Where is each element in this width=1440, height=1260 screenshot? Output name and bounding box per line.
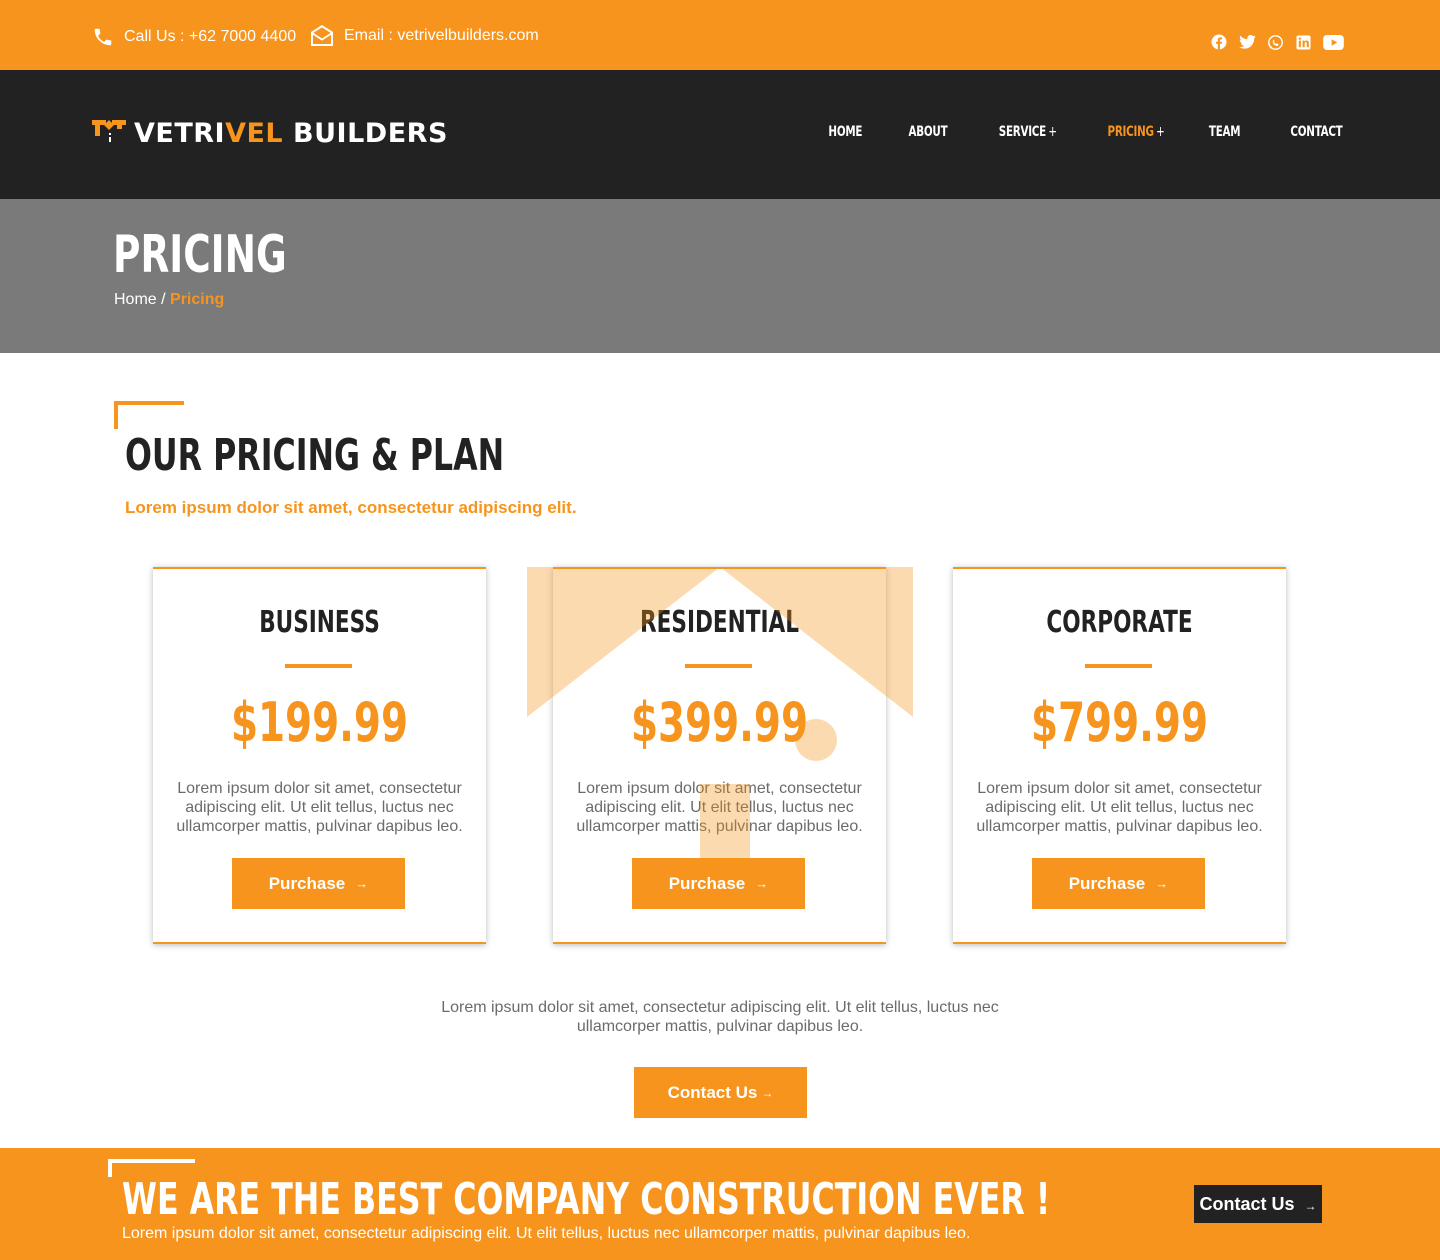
phone-contact[interactable]: Call Us : +62 7000 4400 bbox=[92, 26, 296, 48]
cta-contact-button[interactable]: Contact Us → bbox=[1194, 1185, 1322, 1223]
linkedin-icon[interactable] bbox=[1294, 33, 1312, 51]
brand-name-accent: VEL bbox=[225, 118, 284, 149]
social-links bbox=[1210, 33, 1344, 51]
plan-divider bbox=[685, 664, 752, 668]
twitter-icon[interactable] bbox=[1238, 33, 1256, 51]
purchase-button-label: Purchase bbox=[1068, 873, 1146, 893]
purchase-button-label: Purchase bbox=[268, 873, 346, 893]
nav-service-label: SERVICE bbox=[998, 124, 1046, 140]
nav-team[interactable]: TEAM bbox=[1209, 124, 1241, 140]
breadcrumb: Home / Pricing bbox=[114, 291, 224, 309]
plan-price: $199.99 bbox=[230, 691, 409, 754]
youtube-icon[interactable] bbox=[1322, 33, 1344, 51]
pricing-card-residential: RESIDENTIAL $399.99 Lorem ipsum dolor si… bbox=[553, 567, 886, 944]
brand-name-part3: BUILDERS bbox=[283, 118, 448, 149]
cta-text: Lorem ipsum dolor sit amet, consectetur … bbox=[122, 1225, 971, 1242]
email-contact[interactable]: Email : vetrivelbuilders.com bbox=[310, 25, 539, 47]
breadcrumb-separator: / bbox=[156, 291, 171, 308]
brand-name-part1: VETRI bbox=[134, 118, 226, 149]
email-text: Email : vetrivelbuilders.com bbox=[344, 27, 539, 44]
nav-contact[interactable]: CONTACT bbox=[1290, 124, 1342, 140]
plus-icon: + bbox=[1048, 124, 1057, 140]
arrow-right-icon: → bbox=[755, 876, 769, 891]
nav-team-label: TEAM bbox=[1209, 124, 1241, 140]
nav-pricing[interactable]: PRICING + bbox=[1107, 124, 1164, 140]
nav-about-label: ABOUT bbox=[908, 124, 948, 140]
facebook-icon[interactable] bbox=[1210, 33, 1228, 51]
arrow-right-icon: → bbox=[1304, 1199, 1317, 1213]
contact-us-button[interactable]: Contact Us → bbox=[634, 1067, 807, 1118]
arrow-right-icon: → bbox=[355, 876, 369, 891]
plan-divider bbox=[285, 664, 352, 668]
top-bar: Call Us : +62 7000 4400 Email : vetrivel… bbox=[0, 0, 1440, 70]
purchase-button[interactable]: Purchase → bbox=[232, 858, 405, 909]
plan-name: BUSINESS bbox=[259, 605, 380, 640]
plan-description: Lorem ipsum dolor sit amet, consectetur … bbox=[976, 780, 1263, 835]
arrow-right-icon: → bbox=[761, 1085, 774, 1100]
brand-name: VETRIVEL BUILDERS bbox=[134, 118, 448, 149]
plan-description: Lorem ipsum dolor sit amet, consectetur … bbox=[576, 780, 863, 835]
pricing-card-corporate: CORPORATE $799.99 Lorem ipsum dolor sit … bbox=[953, 567, 1286, 944]
nav-service[interactable]: SERVICE + bbox=[999, 124, 1057, 140]
nav-pricing-label: PRICING bbox=[1107, 124, 1154, 140]
plan-name: CORPORATE bbox=[1046, 605, 1193, 640]
breadcrumb-home[interactable]: Home bbox=[114, 291, 157, 308]
page-title: PRICING bbox=[113, 225, 287, 285]
pricing-note: Lorem ipsum dolor sit amet, consectetur … bbox=[441, 999, 999, 1035]
main-nav: HOME ABOUT SERVICE + PRICING + TEAM CONTAC… bbox=[783, 124, 1343, 140]
cta-contact-label: Contact Us bbox=[1199, 1193, 1295, 1214]
cta-title: WE ARE THE BEST COMPANY CONSTRUCTION EVE… bbox=[122, 1174, 1051, 1225]
nav-home[interactable]: HOME bbox=[829, 124, 863, 140]
nav-about[interactable]: ABOUT bbox=[909, 124, 948, 140]
brand-logo[interactable]: VETRIVEL BUILDERS bbox=[92, 118, 448, 149]
plan-price: $799.99 bbox=[1030, 691, 1209, 754]
page-banner: PRICING Home / Pricing bbox=[0, 199, 1440, 353]
plan-price: $399.99 bbox=[630, 691, 809, 754]
plus-icon: + bbox=[1155, 124, 1165, 140]
whatsapp-icon[interactable] bbox=[1266, 33, 1284, 51]
purchase-button-label: Purchase bbox=[668, 873, 746, 893]
plan-description: Lorem ipsum dolor sit amet, consectetur … bbox=[176, 780, 463, 835]
section-title: OUR PRICING & PLAN bbox=[125, 430, 505, 481]
pricing-card-business: BUSINESS $199.99 Lorem ipsum dolor sit a… bbox=[153, 567, 486, 944]
house-roof-icon bbox=[92, 119, 126, 142]
envelope-open-icon bbox=[311, 25, 333, 46]
section-subtitle: Lorem ipsum dolor sit amet, consectetur … bbox=[125, 498, 577, 517]
heading-corner-decoration bbox=[114, 401, 184, 429]
nav-home-label: HOME bbox=[828, 124, 863, 140]
plan-name: RESIDENTIAL bbox=[639, 605, 799, 640]
arrow-right-icon: → bbox=[1155, 876, 1169, 891]
contact-us-label: Contact Us bbox=[667, 1082, 758, 1102]
nav-contact-label: CONTACT bbox=[1289, 124, 1342, 140]
purchase-button[interactable]: Purchase → bbox=[1032, 858, 1205, 909]
site-header: VETRIVEL BUILDERS HOME ABOUT SERVICE + PR… bbox=[0, 70, 1440, 199]
breadcrumb-current: Pricing bbox=[170, 291, 225, 308]
phone-icon bbox=[94, 28, 112, 46]
purchase-button[interactable]: Purchase → bbox=[632, 858, 805, 909]
plan-divider bbox=[1085, 664, 1152, 668]
phone-text: Call Us : +62 7000 4400 bbox=[124, 28, 297, 45]
cta-strip: WE ARE THE BEST COMPANY CONSTRUCTION EVE… bbox=[0, 1148, 1440, 1260]
